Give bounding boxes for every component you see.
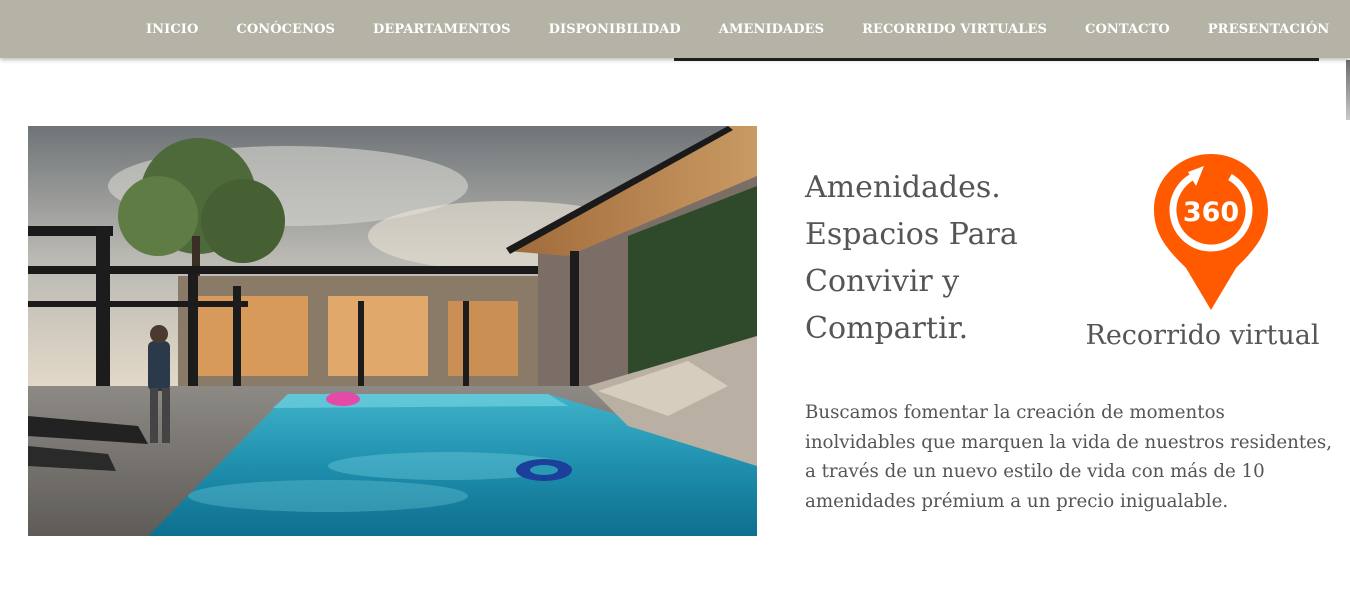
nav-item-contacto[interactable]: CONTACTO [1085, 22, 1170, 37]
nav-item-amenidades[interactable]: AMENIDADES [719, 22, 824, 37]
nav-item-inicio[interactable]: INICIO [146, 22, 198, 37]
nav-item-presentacion[interactable]: PRESENTACIÓN [1208, 22, 1330, 37]
nav-item-departamentos[interactable]: DEPARTAMENTOS [373, 22, 511, 37]
section-heading: Amenidades. Espacios Para Convivir y Com… [805, 164, 1065, 352]
virtual-tour-link[interactable]: 360 Recorrido virtual [1070, 150, 1335, 365]
top-navigation-bar: INICIO CONÓCENOS DEPARTAMENTOS DISPONIBI… [0, 0, 1350, 58]
heading-line: Amenidades. [805, 170, 1001, 205]
badge-text: 360 [1183, 197, 1239, 228]
nav-active-indicator [674, 58, 1319, 61]
amenities-pool-image [28, 126, 757, 536]
page-edge-shadow [1346, 60, 1350, 120]
virtual-tour-label[interactable]: Recorrido virtual [1070, 320, 1335, 351]
nav-item-recorrido-virtuales[interactable]: RECORRIDO VIRTUALES [862, 22, 1047, 37]
heading-line: Espacios Para [805, 217, 1018, 252]
nav-item-disponibilidad[interactable]: DISPONIBILIDAD [549, 22, 681, 37]
section-description: Buscamos fomentar la creación de momento… [805, 402, 1333, 512]
heading-line: Convivir y [805, 264, 960, 299]
heading-line: Compartir. [805, 311, 969, 346]
nav-item-conocenos[interactable]: CONÓCENOS [236, 22, 335, 37]
nav-menu: INICIO CONÓCENOS DEPARTAMENTOS DISPONIBI… [146, 0, 1350, 58]
location-pin-360-icon[interactable]: 360 [1152, 152, 1270, 312]
